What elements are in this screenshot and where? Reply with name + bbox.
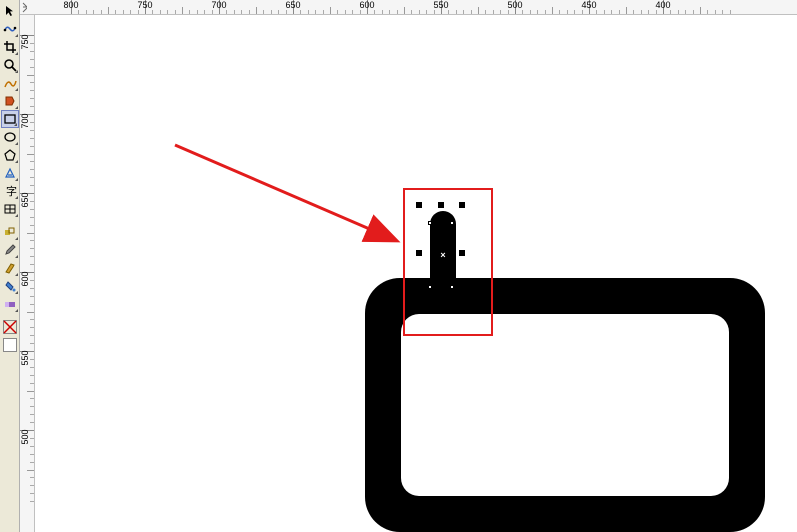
canvas[interactable]: × [35,15,797,532]
fill-tool[interactable] [1,277,19,295]
ruler-h-label: 400 [655,0,670,10]
freehand-tool[interactable] [1,74,19,92]
selection-handle[interactable] [459,250,465,256]
ruler-v-label: 650 [20,190,30,210]
ruler-h-label: 750 [137,0,152,10]
corner-radius-node[interactable] [450,285,454,289]
text-tool[interactable]: 字 [1,182,19,200]
rectangle-tool[interactable] [1,110,19,128]
blend-tool[interactable] [1,223,19,241]
outline-tool[interactable] [1,259,19,277]
ruler-h-label: 600 [359,0,374,10]
ruler-h-label: 700 [211,0,226,10]
ruler-v-label: 500 [20,427,30,447]
ruler-h-label: 800 [63,0,78,10]
corner-radius-node[interactable] [428,285,432,289]
crop-tool[interactable] [1,38,19,56]
polygon-tool[interactable] [1,146,19,164]
corner-radius-node[interactable] [428,221,432,225]
selection-handle[interactable] [416,202,422,208]
object-center-marker: × [440,250,445,260]
toolbox: 字 [0,0,20,532]
ruler-h-label: 650 [285,0,300,10]
ruler-v-label: 700 [20,111,30,131]
table-tool[interactable] [1,200,19,218]
ruler-v-label: 550 [20,348,30,368]
ruler-horizontal[interactable]: 800 750 700 650 600 550 500 450 400 [27,0,797,15]
corner-radius-node[interactable] [450,221,454,225]
selection-handle[interactable] [459,202,465,208]
ruler-h-label: 500 [507,0,522,10]
interactive-fill-tool[interactable] [1,295,19,313]
selection-handle[interactable] [416,300,422,306]
ruler-h-label: 550 [433,0,448,10]
eyedropper-tool[interactable] [1,241,19,259]
selection-handle[interactable] [459,300,465,306]
smart-fill-tool[interactable] [1,92,19,110]
ruler-vertical[interactable]: 750 700 650 600 550 500 [20,15,35,532]
selection-handle[interactable] [438,300,444,306]
selection-handle[interactable] [438,202,444,208]
ruler-v-label: 750 [20,32,30,52]
zoom-tool[interactable] [1,56,19,74]
rectangle-frame-object[interactable] [365,278,765,532]
selection-handle[interactable] [416,250,422,256]
basic-shapes-tool[interactable] [1,164,19,182]
pick-tool[interactable] [1,2,19,20]
shape-tool[interactable] [1,20,19,38]
fill-color-swatch[interactable] [3,338,17,352]
ruler-h-label: 450 [581,0,596,10]
ruler-v-label: 600 [20,269,30,289]
ellipse-tool[interactable] [1,128,19,146]
no-fill-swatch[interactable] [3,320,17,334]
